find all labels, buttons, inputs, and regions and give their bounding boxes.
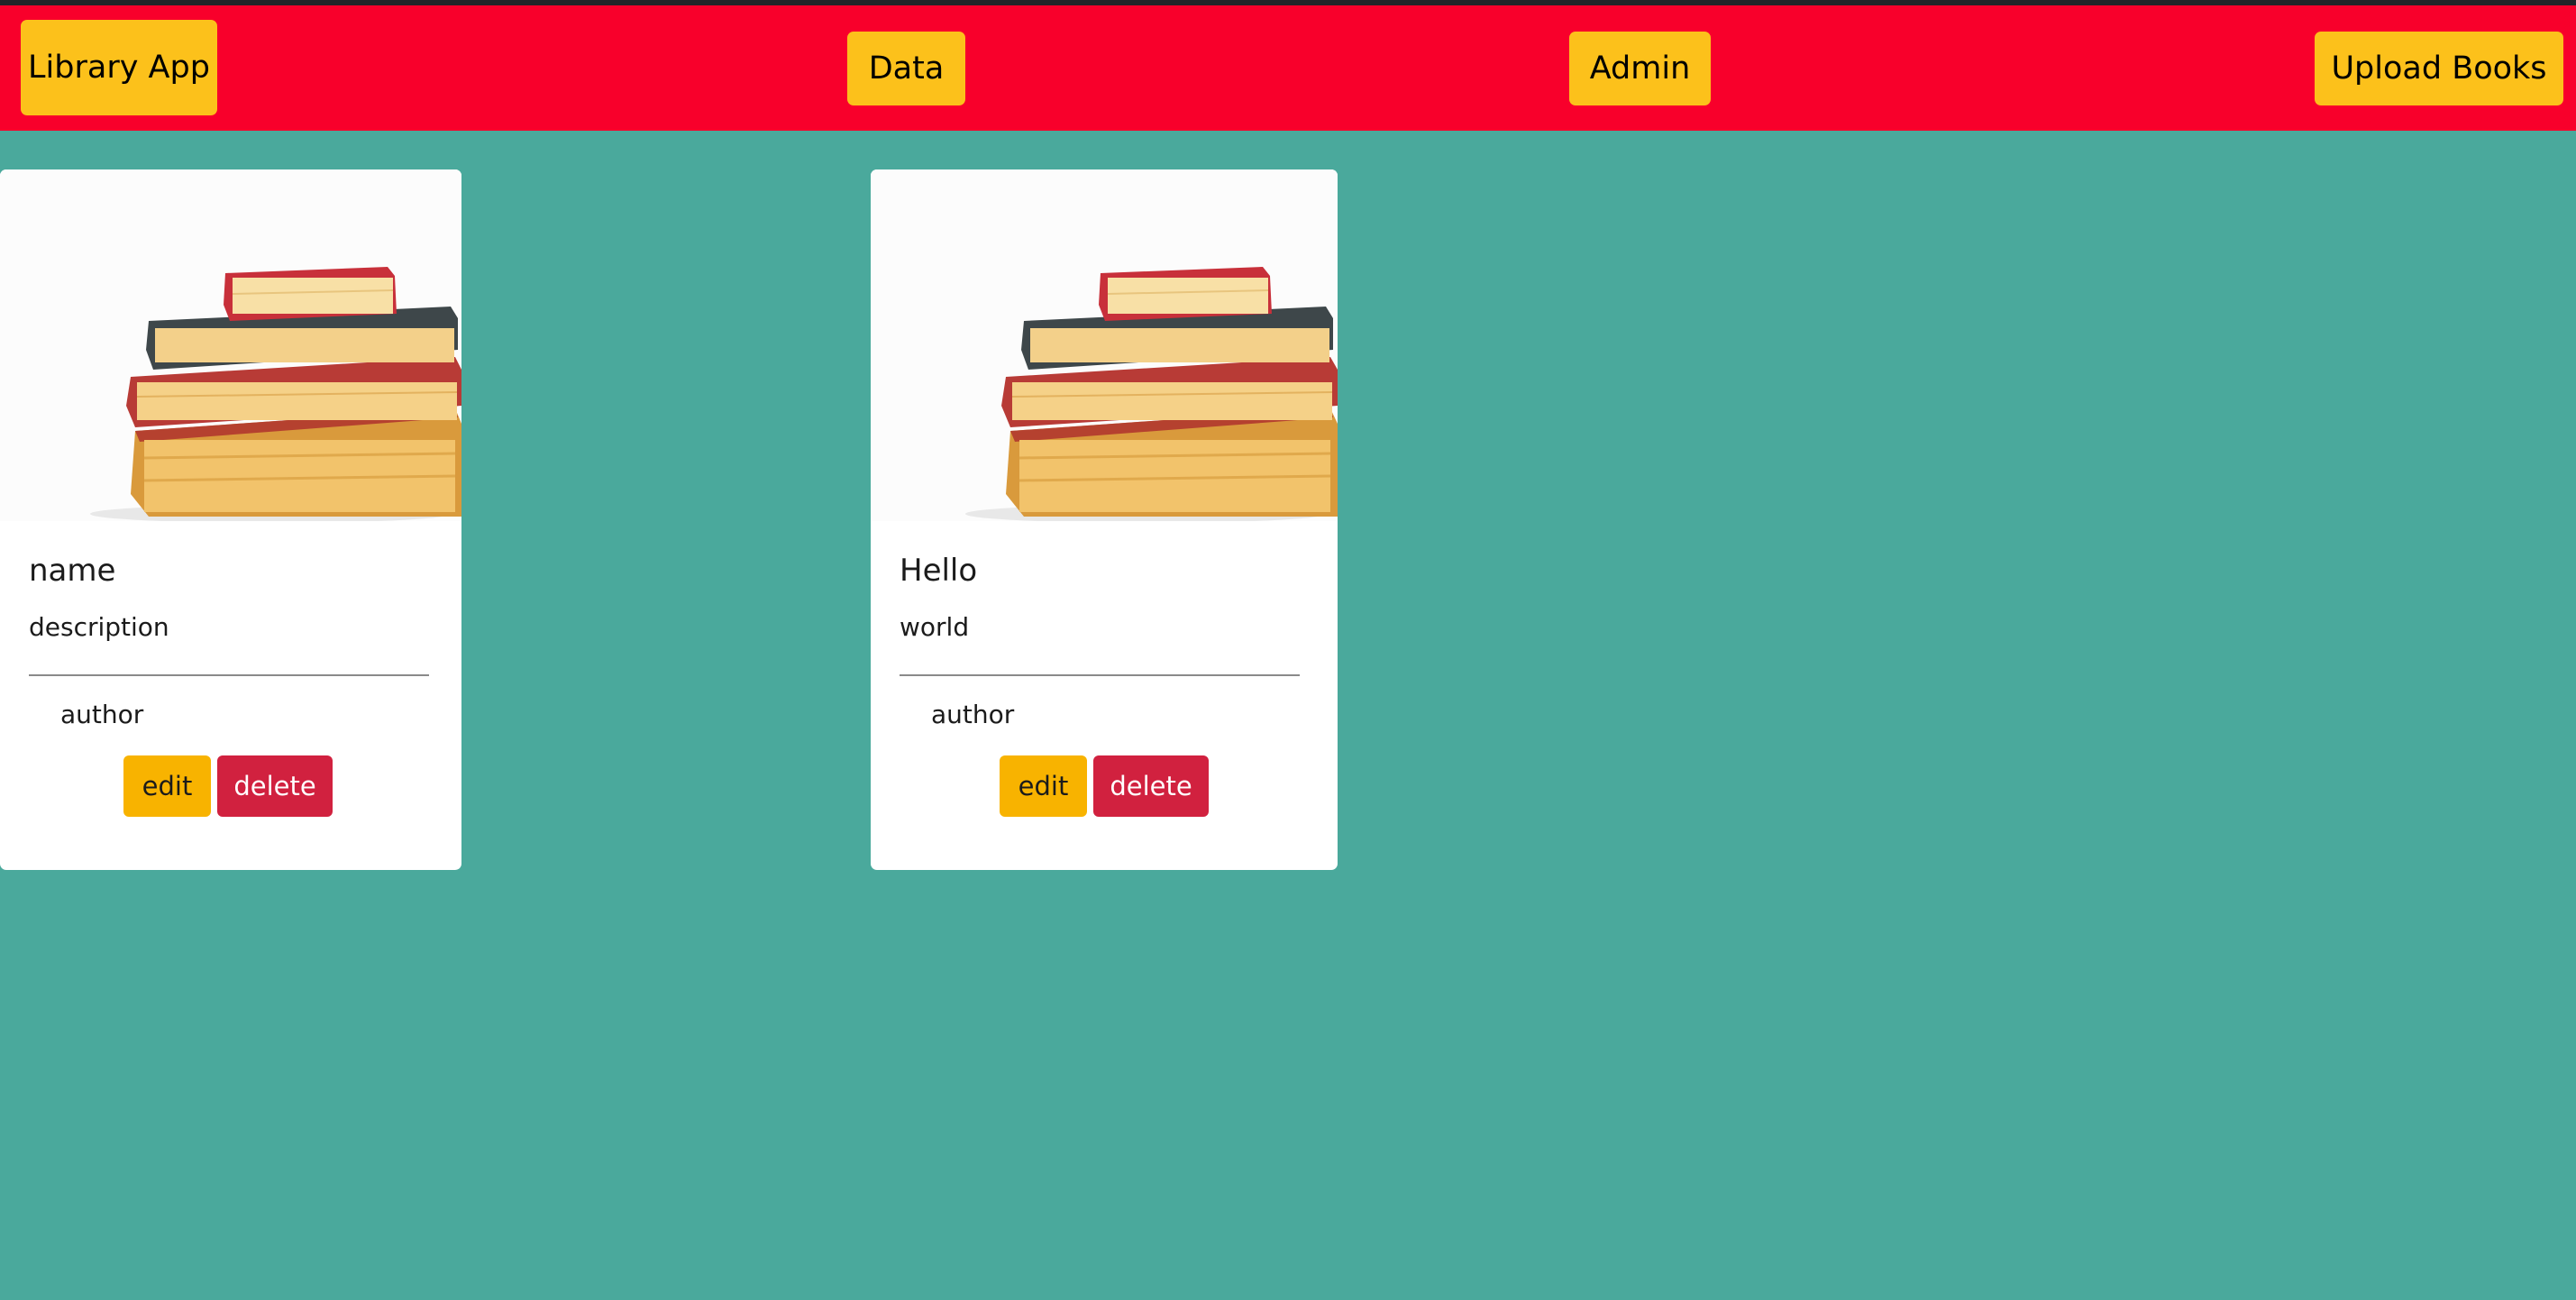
navbar: Library App Data Admin Upload Books xyxy=(0,5,2576,131)
nav-data-button[interactable]: Data xyxy=(847,32,965,105)
book-card: name description author edit delete xyxy=(0,169,461,870)
card-divider xyxy=(29,674,429,676)
delete-button[interactable]: delete xyxy=(1093,755,1209,817)
nav-upload-books-button[interactable]: Upload Books xyxy=(2315,32,2563,105)
book-card: Hello world author edit delete xyxy=(871,169,1338,870)
book-title: Hello xyxy=(900,553,978,589)
book-cover-image xyxy=(0,169,461,521)
nav-admin-button[interactable]: Admin xyxy=(1569,32,1711,105)
brand-button[interactable]: Library App xyxy=(21,20,217,115)
books-stack-icon xyxy=(0,169,461,521)
book-author: author xyxy=(931,700,1015,729)
book-cover-image xyxy=(871,169,1338,521)
book-author: author xyxy=(60,700,144,729)
delete-button[interactable]: delete xyxy=(217,755,333,817)
edit-button[interactable]: edit xyxy=(123,755,211,817)
book-description: world xyxy=(900,612,970,642)
card-divider xyxy=(900,674,1300,676)
book-title: name xyxy=(29,553,116,589)
books-stack-icon xyxy=(871,169,1338,521)
edit-button[interactable]: edit xyxy=(1000,755,1087,817)
book-description: description xyxy=(29,612,169,642)
